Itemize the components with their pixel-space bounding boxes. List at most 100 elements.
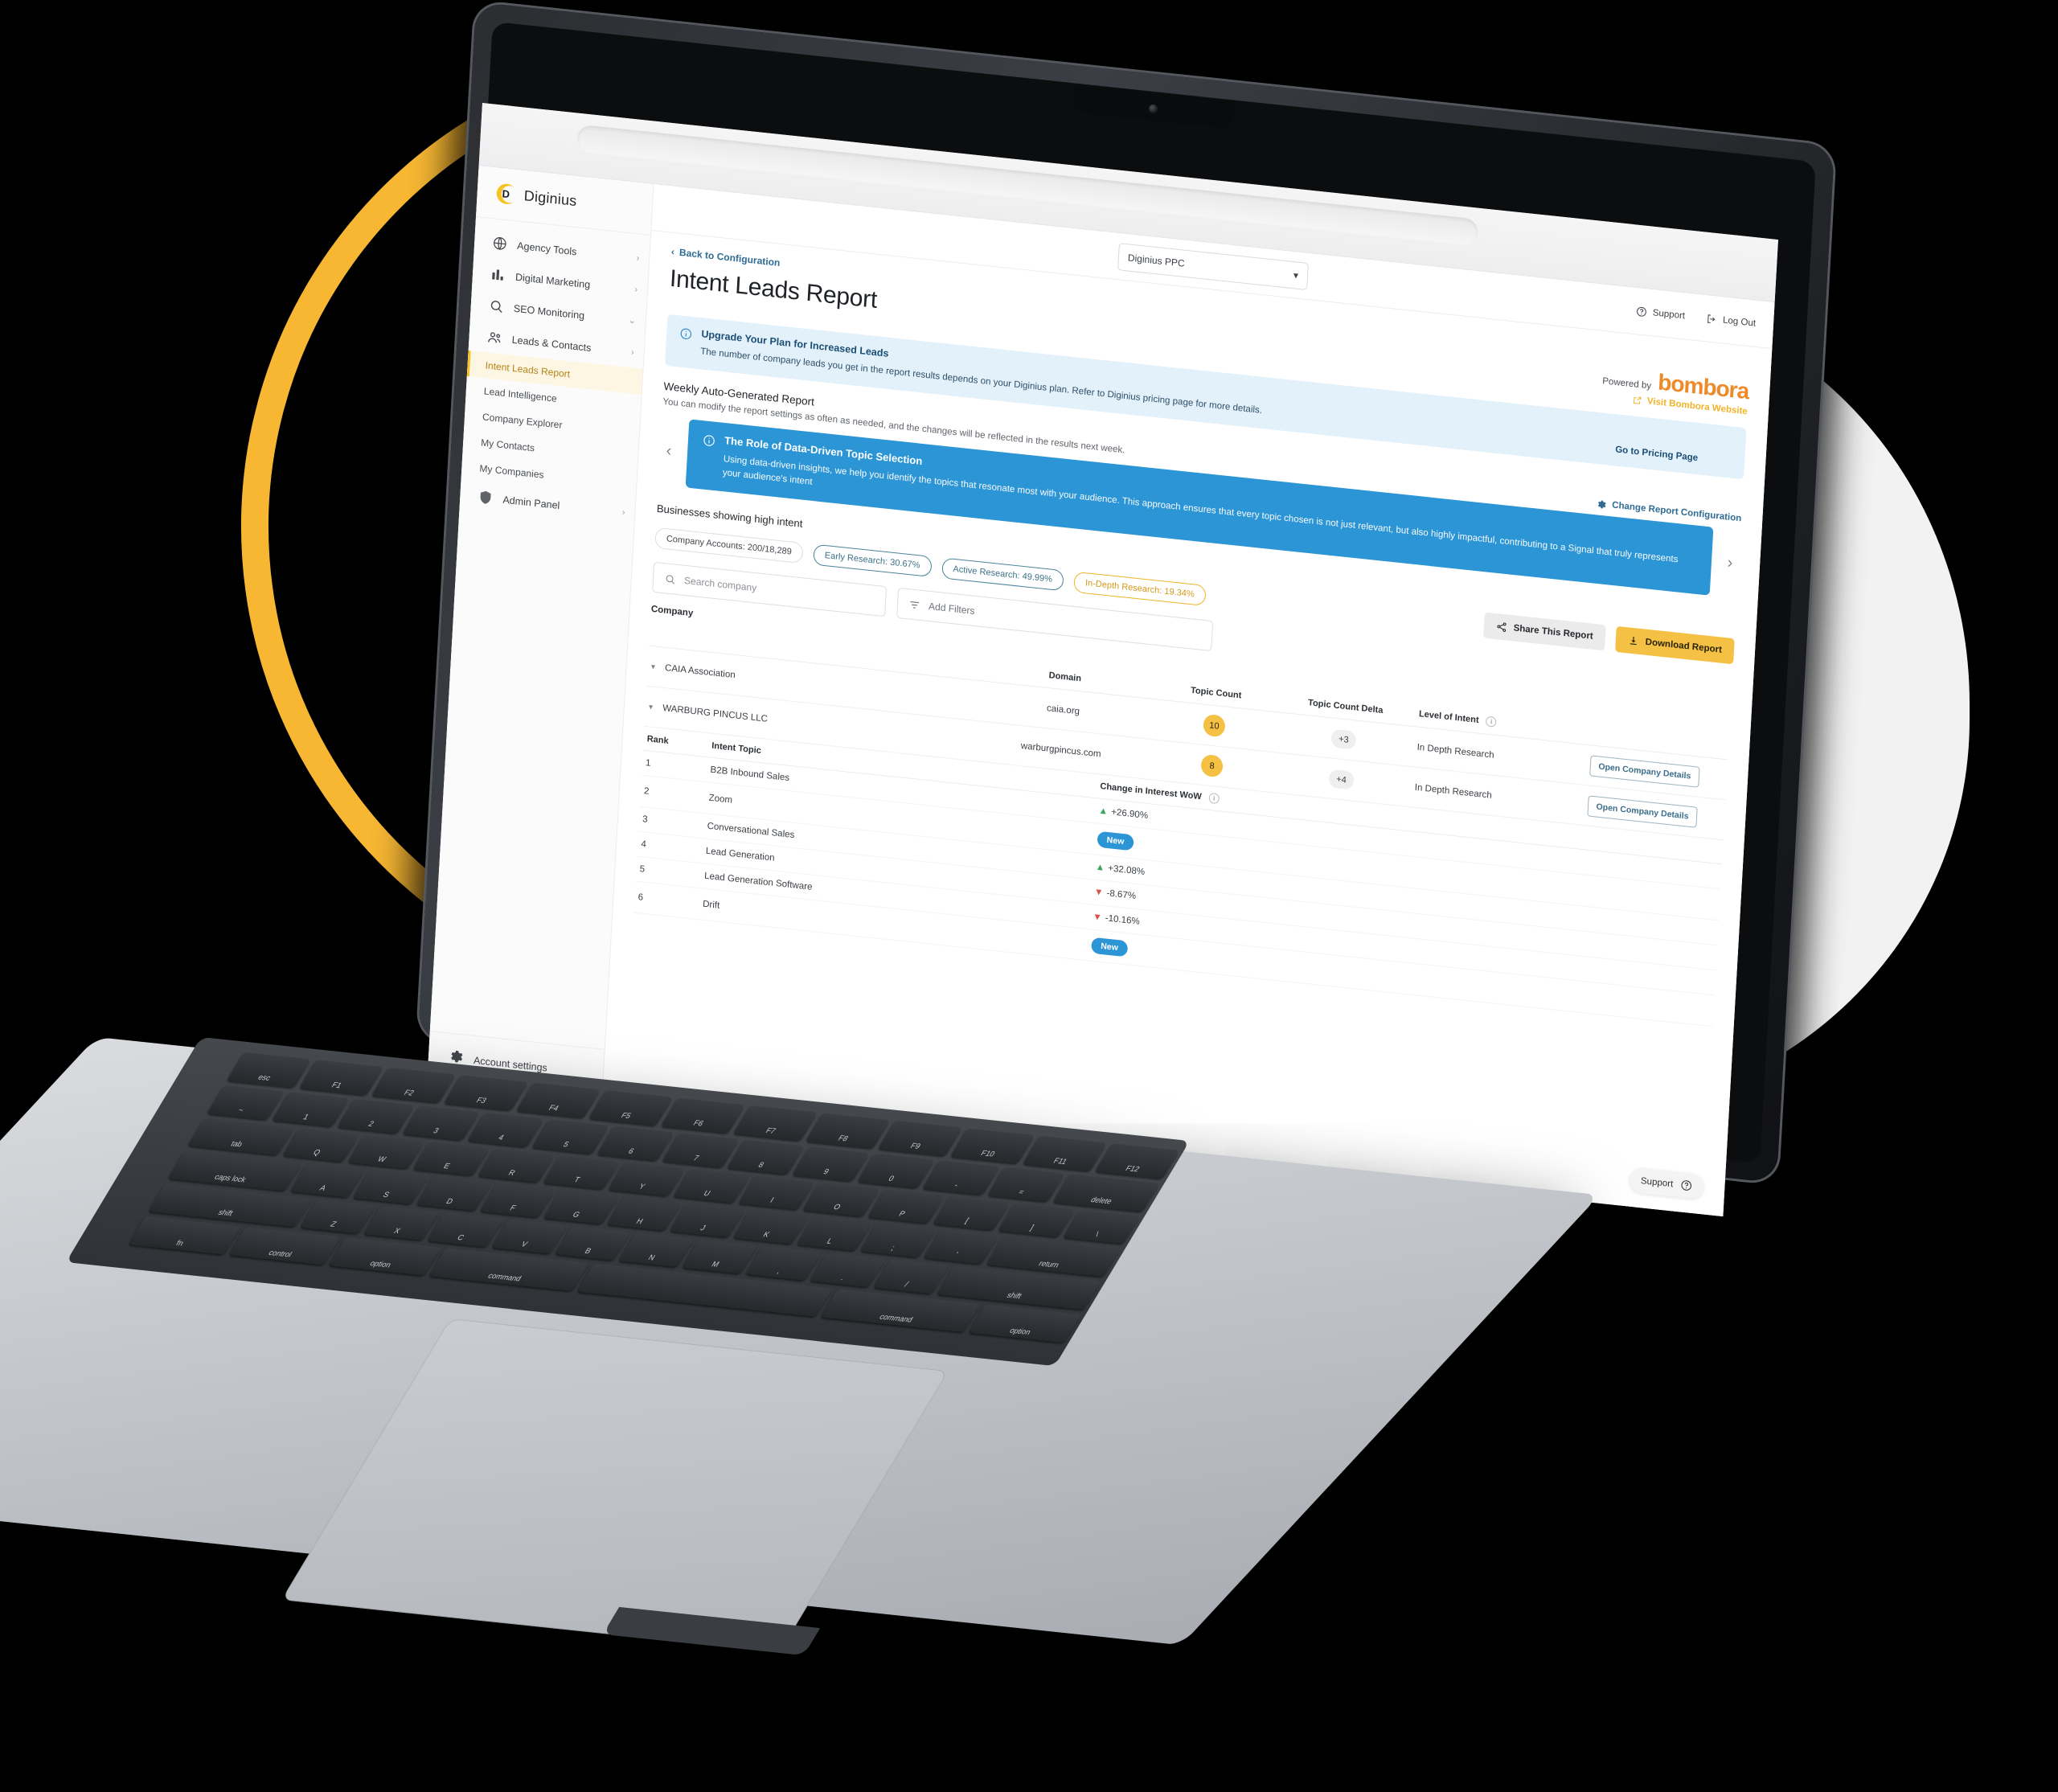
key[interactable]: F4 [516, 1082, 601, 1118]
powered-by-label: Powered by [1601, 376, 1652, 392]
topic-delta-badge: +4 [1328, 769, 1355, 790]
key[interactable]: W [347, 1134, 425, 1170]
key[interactable]: F11 [1023, 1135, 1108, 1171]
key[interactable]: S [353, 1170, 428, 1204]
key[interactable]: / [873, 1259, 949, 1294]
key[interactable]: H [606, 1196, 683, 1232]
key-control[interactable]: control [228, 1227, 342, 1265]
key[interactable]: F2 [371, 1067, 457, 1103]
key[interactable]: 1 [272, 1092, 350, 1126]
key[interactable]: esc [227, 1052, 312, 1088]
key[interactable]: , [745, 1246, 822, 1281]
carousel-prev-button[interactable]: ‹ [659, 441, 678, 461]
key[interactable]: O [802, 1182, 880, 1217]
key[interactable]: J [670, 1203, 745, 1238]
key[interactable]: D [416, 1176, 492, 1212]
expand-chevron-icon[interactable]: ▾ [651, 662, 656, 672]
key[interactable]: 9 [792, 1146, 870, 1181]
key[interactable]: Y [608, 1162, 685, 1197]
top-bar-actions: Support Log Out [1635, 306, 1756, 330]
support-link[interactable]: Support [1635, 306, 1685, 322]
key[interactable]: 0 [857, 1153, 935, 1188]
share-report-button[interactable]: Share This Report [1482, 612, 1606, 651]
bar-chart-icon [490, 266, 506, 283]
key-delete[interactable]: delete [1052, 1174, 1160, 1212]
key[interactable]: = [987, 1167, 1065, 1202]
chevron-right-icon: › [636, 252, 640, 264]
key[interactable]: Q [282, 1127, 360, 1163]
sidebar-nav: Agency Tools › Digital Marketing › SEO M… [459, 217, 650, 529]
key[interactable]: F5 [588, 1090, 674, 1126]
key-tab[interactable]: tab [187, 1117, 295, 1156]
key[interactable]: ' [923, 1229, 999, 1265]
key[interactable]: Z [300, 1199, 376, 1234]
key[interactable]: 3 [402, 1105, 480, 1140]
key[interactable]: 7 [662, 1133, 740, 1167]
key[interactable]: ~ [207, 1085, 285, 1120]
key[interactable]: L [796, 1216, 872, 1251]
key[interactable]: A [289, 1163, 366, 1198]
chevron-left-icon: ‹ [670, 245, 675, 258]
key[interactable]: F1 [299, 1060, 384, 1095]
key[interactable]: F [479, 1183, 555, 1218]
key[interactable]: N [618, 1232, 695, 1268]
key[interactable]: C [427, 1212, 503, 1248]
chip-company-accounts[interactable]: Company Accounts: 200/18,289 [654, 527, 804, 564]
key[interactable]: F8 [806, 1113, 891, 1149]
key[interactable]: 8 [727, 1139, 805, 1175]
key-option-right[interactable]: option [969, 1304, 1081, 1343]
key-fn[interactable]: fn [128, 1216, 241, 1255]
key[interactable]: F10 [950, 1128, 1035, 1163]
key[interactable]: B [555, 1226, 631, 1261]
key[interactable]: F12 [1095, 1143, 1180, 1179]
key[interactable]: P [867, 1189, 945, 1224]
key[interactable]: 5 [532, 1119, 610, 1154]
chip-in-depth-research[interactable]: In-Depth Research: 19.34% [1073, 571, 1207, 607]
key[interactable]: F9 [878, 1120, 963, 1156]
key-option-left[interactable]: option [329, 1237, 441, 1276]
key[interactable]: . [809, 1253, 886, 1288]
key[interactable]: ] [998, 1203, 1076, 1238]
carousel-next-button[interactable]: › [1720, 553, 1739, 573]
key[interactable]: F6 [661, 1097, 746, 1134]
info-icon[interactable]: i [1208, 793, 1220, 805]
key[interactable]: E [412, 1141, 490, 1176]
open-company-details-button[interactable]: Open Company Details [1586, 795, 1699, 828]
key[interactable]: I [737, 1175, 815, 1211]
chip-early-research[interactable]: Early Research: 30.67% [813, 543, 933, 578]
key[interactable]: U [672, 1168, 750, 1204]
open-company-details-button[interactable]: Open Company Details [1589, 755, 1701, 788]
account-select[interactable]: Diginius PPC ▾ [1117, 242, 1309, 290]
download-report-button[interactable]: Download Report [1614, 625, 1735, 665]
go-to-pricing-link[interactable]: Go to Pricing Page [1615, 445, 1699, 463]
key[interactable]: 2 [337, 1098, 415, 1134]
external-link-icon [1634, 396, 1642, 404]
partner-branding: Powered by bombora Visit Bombora Website [1601, 363, 1749, 416]
key[interactable]: K [732, 1210, 809, 1245]
chevron-right-icon: › [634, 284, 638, 295]
key[interactable]: [ [933, 1195, 1011, 1231]
key[interactable]: V [490, 1219, 568, 1254]
key[interactable]: - [922, 1160, 1000, 1195]
key[interactable]: 4 [467, 1112, 545, 1147]
expand-chevron-icon[interactable]: ▾ [649, 703, 654, 712]
key[interactable]: F3 [444, 1075, 529, 1110]
info-icon[interactable]: i [1486, 716, 1497, 728]
key[interactable]: F7 [733, 1105, 818, 1141]
key[interactable]: X [363, 1206, 440, 1240]
chevron-down-icon: ⌄ [628, 315, 637, 326]
trend-down-icon: ▼ [1093, 887, 1105, 899]
chevron-down-icon: ▾ [1293, 269, 1299, 281]
chip-active-research[interactable]: Active Research: 49.99% [941, 557, 1064, 592]
key[interactable]: \ [1063, 1209, 1141, 1245]
topic-count-badge: 10 [1203, 713, 1226, 738]
key[interactable]: R [478, 1148, 555, 1183]
logout-link[interactable]: Log Out [1706, 313, 1757, 330]
key-caps-lock[interactable]: caps lock [167, 1150, 302, 1191]
key[interactable]: M [682, 1239, 758, 1274]
key-return[interactable]: return [986, 1236, 1121, 1277]
key[interactable]: 6 [597, 1126, 674, 1161]
key[interactable]: ; [859, 1223, 936, 1258]
key[interactable]: G [543, 1190, 619, 1224]
key[interactable]: T [543, 1154, 621, 1190]
